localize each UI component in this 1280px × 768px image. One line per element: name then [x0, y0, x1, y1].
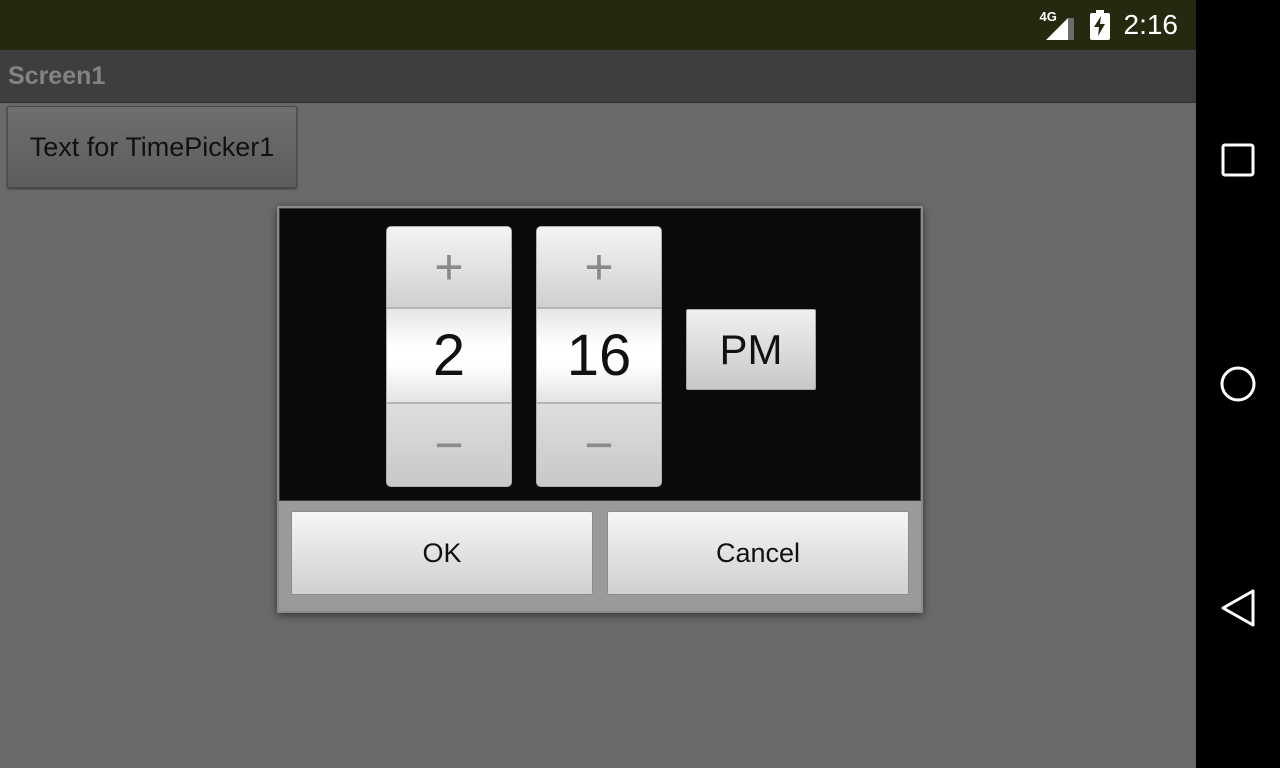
plus-icon: + [434, 239, 464, 295]
triangle-back-icon [1221, 589, 1255, 627]
screen-title: Screen1 [8, 62, 106, 90]
status-clock: 2:16 [1123, 9, 1179, 40]
home-button[interactable] [1218, 364, 1258, 404]
navigation-bar [1196, 0, 1280, 768]
recents-button[interactable] [1218, 140, 1258, 180]
timepicker-button[interactable]: Text for TimePicker1 [7, 106, 297, 188]
battery-charging-icon [1089, 10, 1110, 40]
hour-increment-button[interactable]: + [387, 227, 511, 309]
status-indicators: 4G 2:16 [1040, 0, 1179, 50]
ampm-toggle-button[interactable]: PM [686, 309, 816, 390]
minus-icon: − [584, 417, 614, 473]
time-picker-area: + 2 − + 16 − PM [279, 208, 921, 501]
back-button[interactable] [1218, 588, 1258, 628]
hour-value[interactable]: 2 [387, 309, 511, 402]
circle-icon [1220, 366, 1256, 402]
square-icon [1221, 143, 1255, 177]
minute-spinner: + 16 − [536, 226, 662, 487]
cancel-button[interactable]: Cancel [607, 511, 909, 595]
ok-button[interactable]: OK [291, 511, 593, 595]
status-bar: 4G 2:16 [0, 0, 1196, 50]
title-bar: Screen1 [0, 50, 1196, 103]
hour-decrement-button[interactable]: − [387, 402, 511, 486]
minus-icon: − [434, 417, 464, 473]
minute-increment-button[interactable]: + [537, 227, 661, 309]
signal-icon [1045, 18, 1074, 40]
minute-decrement-button[interactable]: − [537, 402, 661, 486]
signal-indicator: 4G [1040, 10, 1076, 40]
time-picker-dialog: + 2 − + 16 − PM OK Cancel [277, 206, 923, 613]
minute-value[interactable]: 16 [537, 309, 661, 402]
hour-spinner: + 2 − [386, 226, 512, 487]
plus-icon: + [584, 239, 614, 295]
